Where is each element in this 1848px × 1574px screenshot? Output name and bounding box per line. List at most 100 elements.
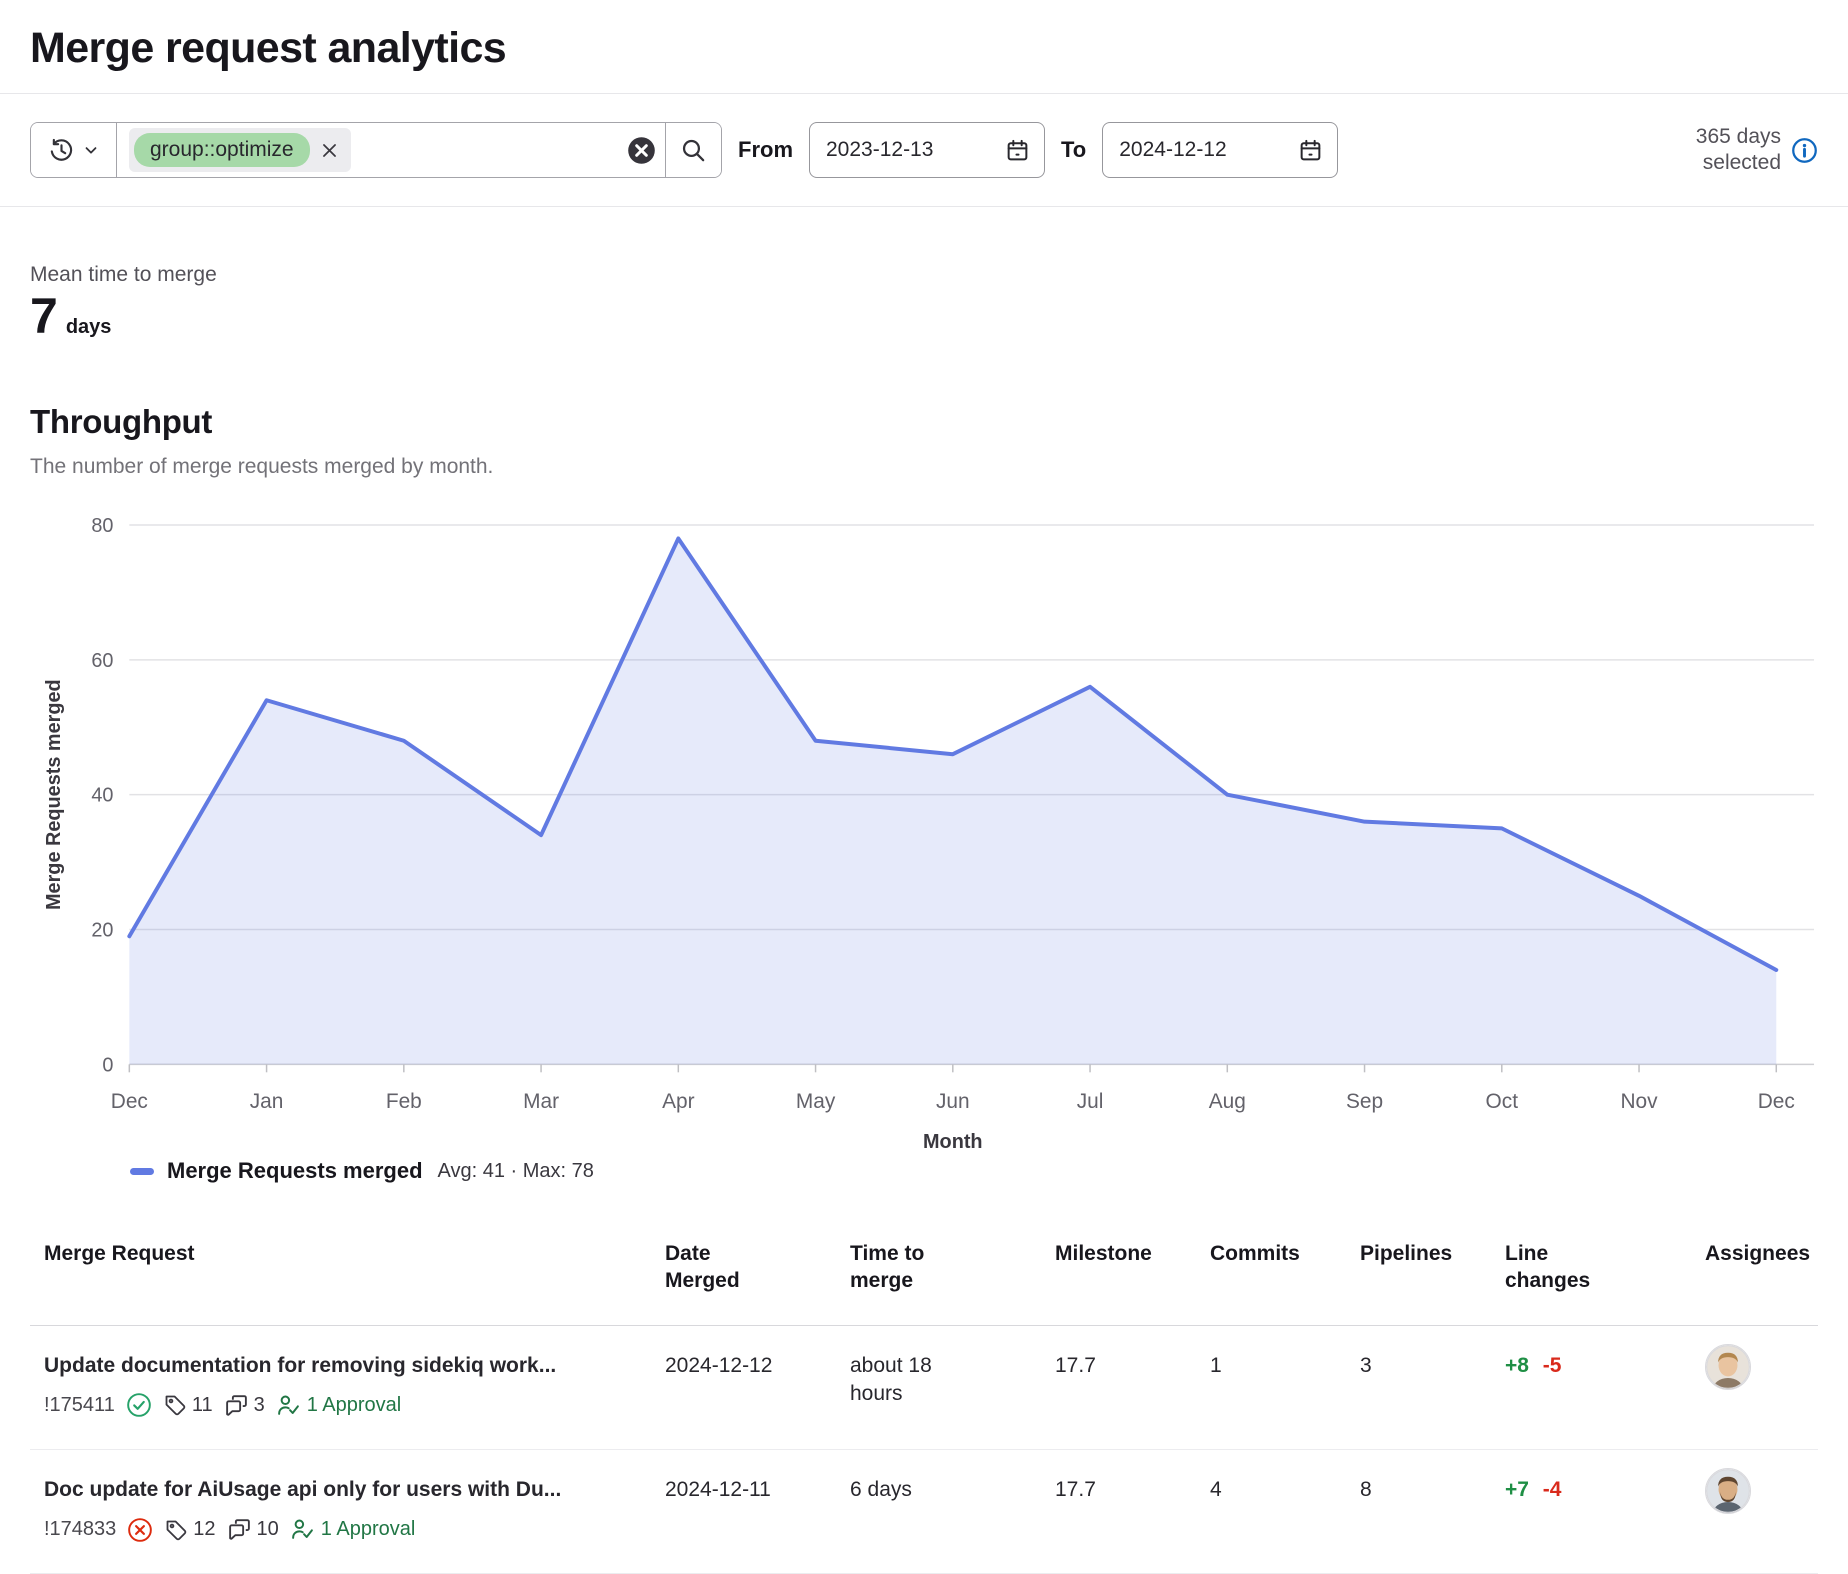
from-date-value: 2023-12-13 — [826, 138, 933, 162]
time-to-merge-cell: 6 days — [850, 1450, 978, 1534]
labels-count: 11 — [163, 1392, 213, 1419]
y-tick-label: 20 — [91, 919, 113, 941]
deletions: -4 — [1543, 1478, 1562, 1501]
approvals: 1 Approval — [276, 1392, 402, 1419]
comments-icon — [224, 1393, 249, 1418]
column-header-line-changes: Line changes — [1505, 1224, 1705, 1325]
approvals: 1 Approval — [290, 1516, 416, 1543]
x-tick-label: Jun — [936, 1090, 970, 1113]
y-tick-label: 40 — [91, 785, 113, 807]
filtered-search-box: group::optimize — [30, 122, 722, 178]
merge-request-cell: Doc update for AiUsage api only for user… — [30, 1450, 665, 1573]
metric-unit: days — [66, 316, 112, 339]
legend-label: Merge Requests merged — [167, 1158, 423, 1184]
commits-cell: 4 — [1210, 1450, 1360, 1534]
comments-icon — [227, 1517, 252, 1542]
comments-count: 10 — [227, 1516, 279, 1543]
closed-status-icon — [127, 1517, 153, 1543]
mr-id: !174833 — [44, 1516, 116, 1543]
y-tick-label: 80 — [91, 515, 113, 537]
time-to-merge-cell: about 18 hours — [850, 1326, 978, 1439]
search-icon — [680, 137, 707, 164]
assignee-avatar[interactable] — [1705, 1344, 1751, 1390]
calendar-icon — [1005, 138, 1030, 163]
filter-bar: group::optimize — [0, 94, 1848, 206]
to-date-value: 2024-12-12 — [1119, 138, 1226, 162]
column-header-time-to-merge: Time to merge — [850, 1224, 1055, 1325]
info-icon[interactable] — [1791, 137, 1818, 164]
search-button[interactable] — [665, 123, 721, 177]
date-range-summary: 365 days selected — [1677, 124, 1818, 177]
throughput-section: Throughput The number of merge requests … — [30, 403, 1818, 1184]
pipelines-cell: 8 — [1360, 1450, 1505, 1534]
clear-icon — [627, 136, 656, 165]
chart-legend: Merge Requests merged Avg: 41 · Max: 78 — [130, 1158, 1818, 1184]
line-changes-cell: +8 -5 — [1505, 1326, 1705, 1410]
mr-title-link[interactable]: Update documentation for removing sideki… — [44, 1352, 657, 1380]
labels-count-value: 12 — [193, 1516, 215, 1543]
column-header-assignees: Assignees — [1705, 1224, 1818, 1297]
comments-count-value: 3 — [254, 1392, 265, 1419]
commits-cell: 1 — [1210, 1326, 1360, 1410]
comments-count-value: 10 — [257, 1516, 279, 1543]
assignees-cell — [1705, 1450, 1818, 1552]
page-title: Merge request analytics — [0, 0, 1848, 93]
from-date-input[interactable]: 2023-12-13 — [809, 122, 1045, 178]
additions: +7 — [1505, 1478, 1529, 1501]
metric-label: Mean time to merge — [30, 263, 1818, 287]
assignee-avatar[interactable] — [1705, 1468, 1751, 1514]
x-tick-label: Dec — [111, 1090, 148, 1113]
from-label: From — [738, 137, 793, 163]
x-tick-label: Dec — [1758, 1090, 1795, 1113]
additions: +8 — [1505, 1354, 1529, 1377]
labels-count-value: 11 — [192, 1392, 213, 1419]
close-icon — [320, 141, 339, 160]
labels-count: 12 — [164, 1516, 215, 1543]
column-header-date-merged: Date Merged — [665, 1224, 850, 1325]
search-history-button[interactable] — [31, 123, 117, 177]
table-header-row: Merge Request Date Merged Time to merge … — [30, 1224, 1818, 1326]
filter-token[interactable]: group::optimize — [129, 128, 351, 171]
y-tick-label: 0 — [102, 1054, 113, 1076]
clear-search-button[interactable] — [617, 123, 665, 177]
x-tick-label: Aug — [1209, 1090, 1246, 1113]
merged-status-icon — [126, 1392, 152, 1418]
filter-divider — [0, 206, 1848, 207]
x-axis-title: Month — [923, 1131, 983, 1153]
tag-icon — [164, 1518, 188, 1542]
x-tick-label: Jan — [250, 1090, 284, 1113]
mr-id: !175411 — [44, 1392, 115, 1419]
calendar-icon — [1298, 138, 1323, 163]
remove-token-button[interactable] — [320, 141, 339, 160]
legend-stats: Avg: 41 · Max: 78 — [438, 1160, 594, 1183]
history-icon — [48, 137, 75, 164]
mr-meta: !175411 1 — [44, 1392, 657, 1419]
approvals-text: 1 Approval — [307, 1392, 402, 1419]
assignees-cell — [1705, 1326, 1818, 1428]
to-date-input[interactable]: 2024-12-12 — [1102, 122, 1338, 178]
x-tick-label: Sep — [1346, 1090, 1383, 1113]
throughput-chart: 020406080DecJanFebMarAprMayJunJulAugSepO… — [30, 485, 1818, 1156]
tag-icon — [163, 1393, 187, 1417]
x-tick-label: Jul — [1077, 1090, 1104, 1113]
chevron-down-icon — [82, 141, 100, 159]
table-row: Update documentation for removing sideki… — [30, 1326, 1818, 1450]
mr-title-link[interactable]: Doc update for AiUsage api only for user… — [44, 1476, 657, 1504]
search-input[interactable]: group::optimize — [117, 123, 617, 177]
approval-icon — [276, 1393, 301, 1418]
legend-marker — [130, 1168, 154, 1175]
merge-requests-table: Merge Request Date Merged Time to merge … — [30, 1224, 1818, 1574]
table-row: Doc update for AiUsage api only for user… — [30, 1450, 1818, 1574]
x-tick-label: Nov — [1620, 1090, 1658, 1113]
milestone-cell: 17.7 — [1055, 1326, 1210, 1410]
x-tick-label: Apr — [662, 1090, 695, 1113]
deletions: -5 — [1543, 1354, 1562, 1377]
range-summary-text: 365 days selected — [1677, 124, 1781, 177]
x-tick-label: Oct — [1486, 1090, 1519, 1113]
date-merged-cell: 2024-12-12 — [665, 1326, 850, 1410]
column-header-pipelines: Pipelines — [1360, 1224, 1505, 1297]
pipelines-cell: 3 — [1360, 1326, 1505, 1410]
x-tick-label: Mar — [523, 1090, 559, 1113]
milestone-cell: 17.7 — [1055, 1450, 1210, 1534]
to-label: To — [1061, 137, 1086, 163]
